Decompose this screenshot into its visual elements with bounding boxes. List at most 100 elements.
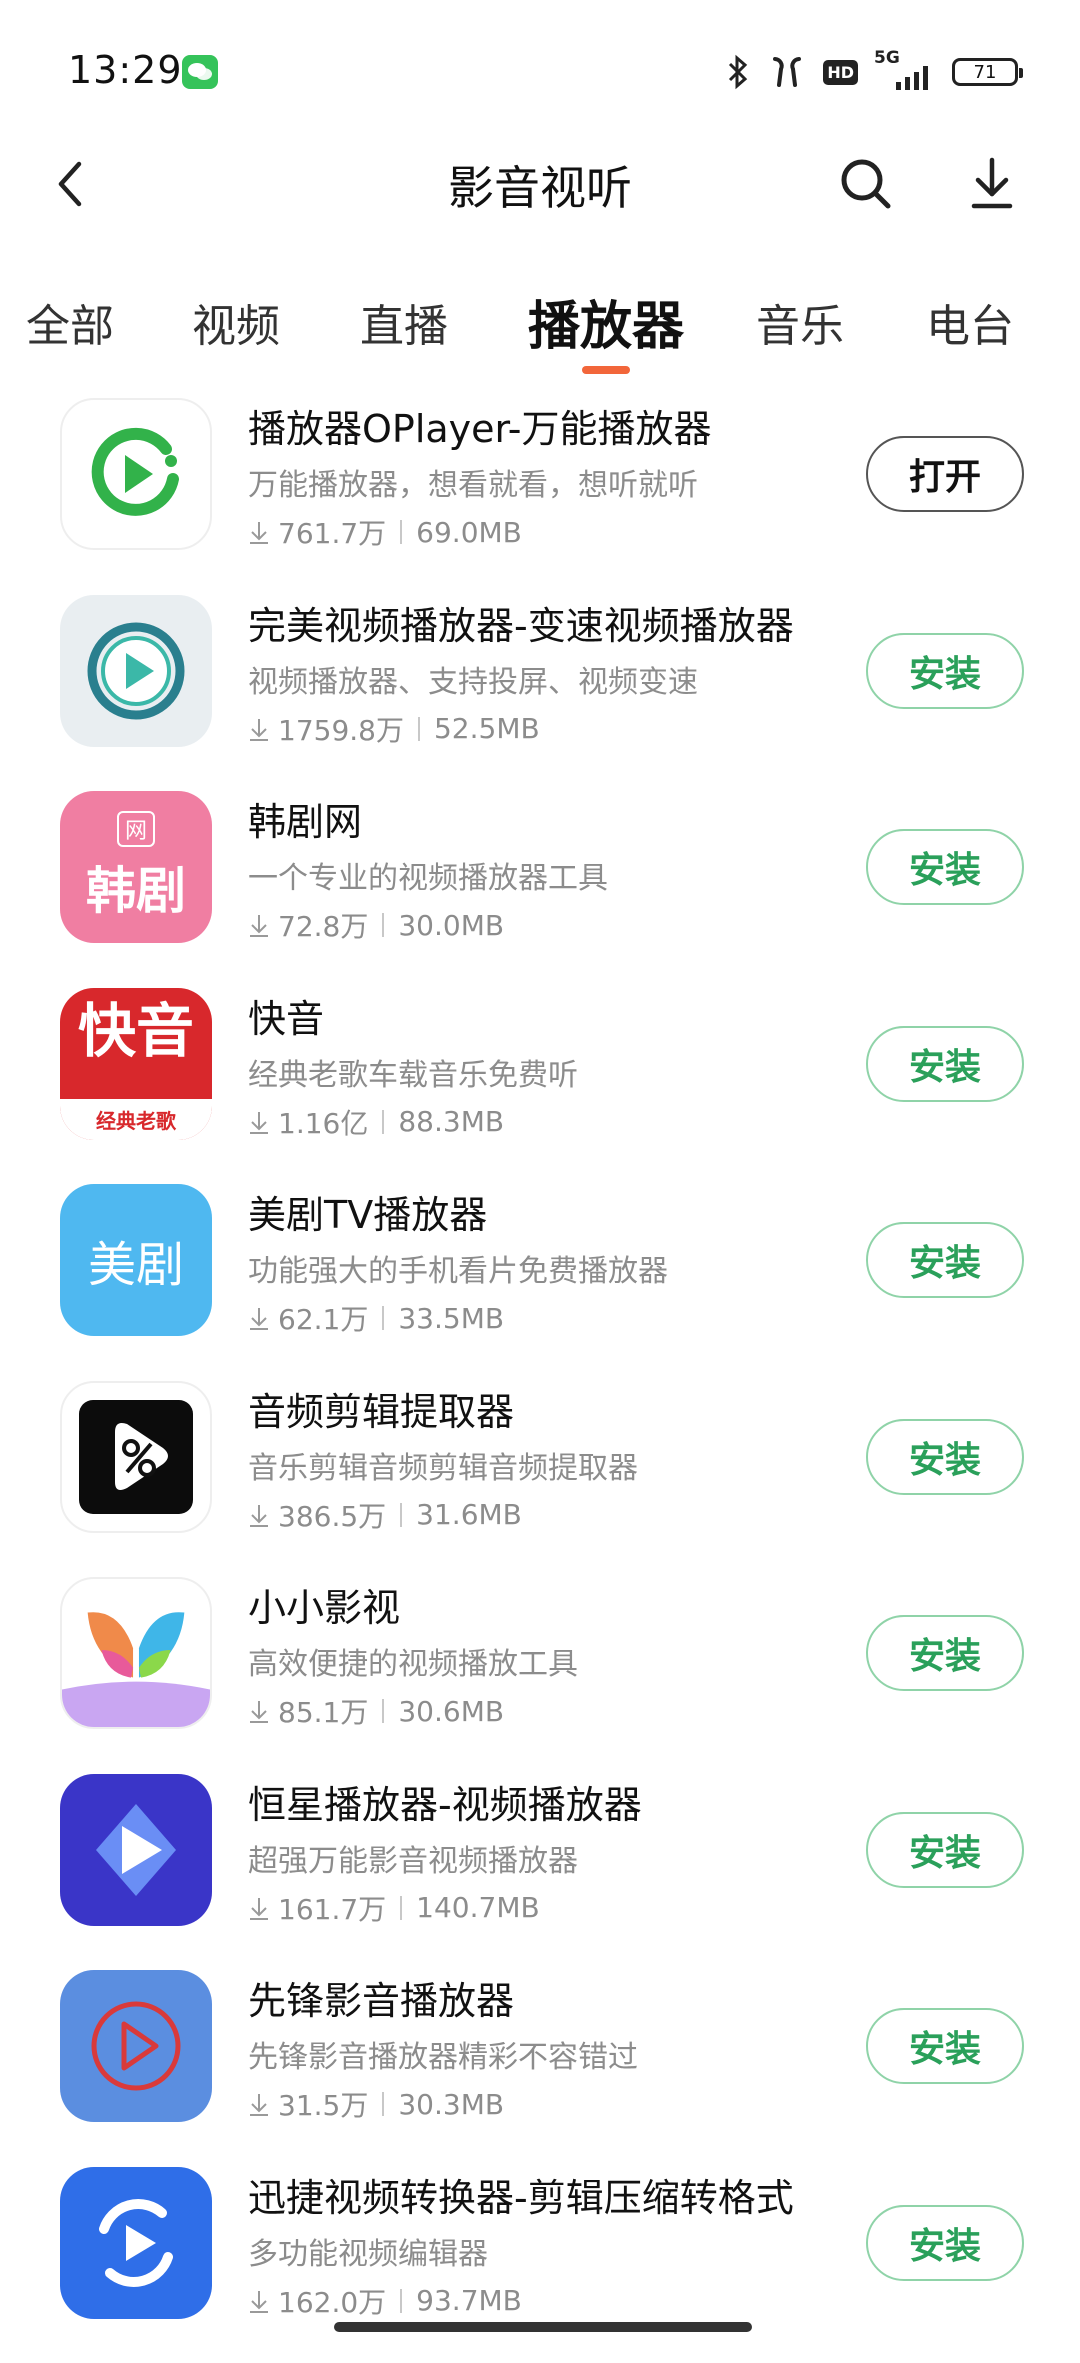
download-count: 162.0万 (278, 2281, 386, 2321)
app-description: 经典老歌车载音乐免费听 (248, 1050, 578, 1094)
app-description: 视频播放器、支持投屏、视频变速 (248, 657, 698, 701)
app-size: 30.0MB (398, 909, 504, 942)
app-meta: 761.7万 69.0MB (248, 512, 522, 552)
oplayer-app-icon (60, 398, 212, 550)
install-button[interactable]: 安装 (866, 1812, 1024, 1888)
download-count-icon (248, 1110, 270, 1134)
app-description: 超强万能影音视频播放器 (248, 1836, 578, 1880)
app-meta: 31.5万 30.3MB (248, 2084, 504, 2124)
app-size: 30.6MB (398, 1695, 504, 1728)
earbuds-icon (767, 55, 807, 89)
kuaiyin-app-icon: 快音 经典老歌 (60, 988, 212, 1140)
download-count-icon (248, 2289, 270, 2313)
install-button[interactable]: 安装 (866, 1026, 1024, 1102)
meta-divider (400, 2289, 402, 2313)
app-size: 140.7MB (416, 1891, 540, 1924)
list-item[interactable]: 快音 经典老歌 快音 经典老歌车载音乐免费听 1.16亿 88.3MB 安装 (0, 988, 1080, 1185)
app-name: 完美视频播放器-变速视频播放器 (248, 595, 794, 650)
app-size: 33.5MB (398, 1302, 504, 1335)
app-name: 先锋影音播放器 (248, 1970, 514, 2025)
app-size: 88.3MB (398, 1105, 504, 1138)
install-button[interactable]: 安装 (866, 1615, 1024, 1691)
tab-all[interactable]: 全部 (26, 290, 114, 354)
kuaiyin-icon-sub: 经典老歌 (60, 1099, 212, 1140)
download-count-icon (248, 520, 270, 544)
install-button[interactable]: 安装 (866, 633, 1024, 709)
app-description: 多功能视频编辑器 (248, 2229, 488, 2273)
meta-divider (382, 1110, 384, 1134)
download-count: 761.7万 (278, 512, 386, 552)
download-count-icon (248, 1896, 270, 1920)
hanju-app-icon: 网 韩剧 (60, 791, 212, 943)
install-button[interactable]: 安装 (866, 1222, 1024, 1298)
page-title: 影音视听 (0, 152, 1080, 218)
install-button[interactable]: 安装 (866, 2008, 1024, 2084)
active-tab-indicator (582, 366, 630, 374)
meta-divider (382, 1306, 384, 1330)
status-time: 13:29 (68, 48, 183, 92)
hd-badge: HD (823, 60, 858, 85)
meta-divider (400, 520, 402, 544)
app-name: 美剧TV播放器 (248, 1184, 487, 1239)
list-item[interactable]: 美剧 美剧TV播放器 功能强大的手机看片免费播放器 62.1万 33.5MB 安… (0, 1184, 1080, 1381)
open-button[interactable]: 打开 (866, 436, 1024, 512)
app-meta: 161.7万 140.7MB (248, 1888, 540, 1928)
download-count: 62.1万 (278, 1298, 368, 1338)
app-name: 迅捷视频转换器-剪辑压缩转格式 (248, 2167, 794, 2222)
battery-level: 71 (974, 62, 997, 83)
list-item[interactable]: 音频剪辑提取器 音乐剪辑音频剪辑音频提取器 386.5万 31.6MB 安装 (0, 1381, 1080, 1578)
kuaiyin-icon-text: 快音 (78, 1002, 194, 1060)
download-manager-button[interactable] (960, 152, 1024, 216)
tab-live[interactable]: 直播 (360, 290, 448, 354)
list-item[interactable]: 迅捷视频转换器-剪辑压缩转格式 多功能视频编辑器 162.0万 93.7MB 安… (0, 2167, 1080, 2363)
download-count: 386.5万 (278, 1495, 386, 1535)
tab-video[interactable]: 视频 (192, 290, 280, 354)
app-description: 音乐剪辑音频剪辑音频提取器 (248, 1443, 638, 1487)
list-item[interactable]: 恒星播放器-视频播放器 超强万能影音视频播放器 161.7万 140.7MB 安… (0, 1774, 1080, 1971)
app-size: 93.7MB (416, 2284, 522, 2317)
download-count: 1.16亿 (278, 1102, 368, 1142)
meta-divider (418, 717, 420, 741)
app-name: 播放器OPlayer-万能播放器 (248, 398, 711, 453)
meiju-icon-text: 美剧 (88, 1225, 184, 1295)
bluetooth-icon (725, 54, 751, 90)
tab-player[interactable]: 播放器 (528, 284, 684, 359)
app-meta: 72.8万 30.0MB (248, 905, 504, 945)
app-meta: 386.5万 31.6MB (248, 1495, 522, 1535)
app-size: 52.5MB (434, 712, 540, 745)
audio-cutter-app-icon (60, 1381, 212, 1533)
install-button[interactable]: 安装 (866, 1419, 1024, 1495)
list-item[interactable]: 播放器OPlayer-万能播放器 万能播放器，想看就看，想听就听 761.7万 … (0, 398, 1080, 595)
list-item[interactable]: 网 韩剧 韩剧网 一个专业的视频播放器工具 72.8万 30.0MB 安装 (0, 791, 1080, 988)
download-count-icon (248, 913, 270, 937)
app-name: 音频剪辑提取器 (248, 1381, 514, 1436)
app-name: 恒星播放器-视频播放器 (248, 1774, 642, 1829)
hanju-icon-text: 韩剧 (86, 851, 186, 923)
app-description: 功能强大的手机看片免费播放器 (248, 1246, 668, 1290)
app-description: 一个专业的视频播放器工具 (248, 853, 608, 897)
tab-radio[interactable]: 电台 (926, 290, 1014, 354)
list-item[interactable]: 小小影视 高效便捷的视频播放工具 85.1万 30.6MB 安装 (0, 1577, 1080, 1774)
install-button[interactable]: 安装 (866, 829, 1024, 905)
app-description: 万能播放器，想看就看，想听就听 (248, 460, 698, 504)
download-count: 1759.8万 (278, 709, 404, 749)
install-button[interactable]: 安装 (866, 2205, 1024, 2281)
download-count: 161.7万 (278, 1888, 386, 1928)
perfect-video-player-app-icon (60, 595, 212, 747)
category-tabs: 全部 视频 直播 播放器 音乐 电台 (0, 280, 1080, 380)
download-count-icon (248, 1699, 270, 1723)
download-icon (968, 156, 1016, 212)
meta-divider (382, 2092, 384, 2116)
meta-divider (400, 1503, 402, 1527)
list-item[interactable]: 完美视频播放器-变速视频播放器 视频播放器、支持投屏、视频变速 1759.8万 … (0, 595, 1080, 792)
app-name: 韩剧网 (248, 791, 362, 846)
tab-music[interactable]: 音乐 (756, 290, 844, 354)
search-button[interactable] (834, 152, 898, 216)
meiju-tv-app-icon: 美剧 (60, 1184, 212, 1336)
wechat-notification-icon (182, 55, 218, 89)
xunjie-converter-app-icon (60, 2167, 212, 2319)
download-count: 31.5万 (278, 2084, 368, 2124)
list-item[interactable]: 先锋影音播放器 先锋影音播放器精彩不容错过 31.5万 30.3MB 安装 (0, 1970, 1080, 2167)
app-meta: 162.0万 93.7MB (248, 2281, 522, 2321)
home-indicator[interactable] (334, 2322, 752, 2332)
